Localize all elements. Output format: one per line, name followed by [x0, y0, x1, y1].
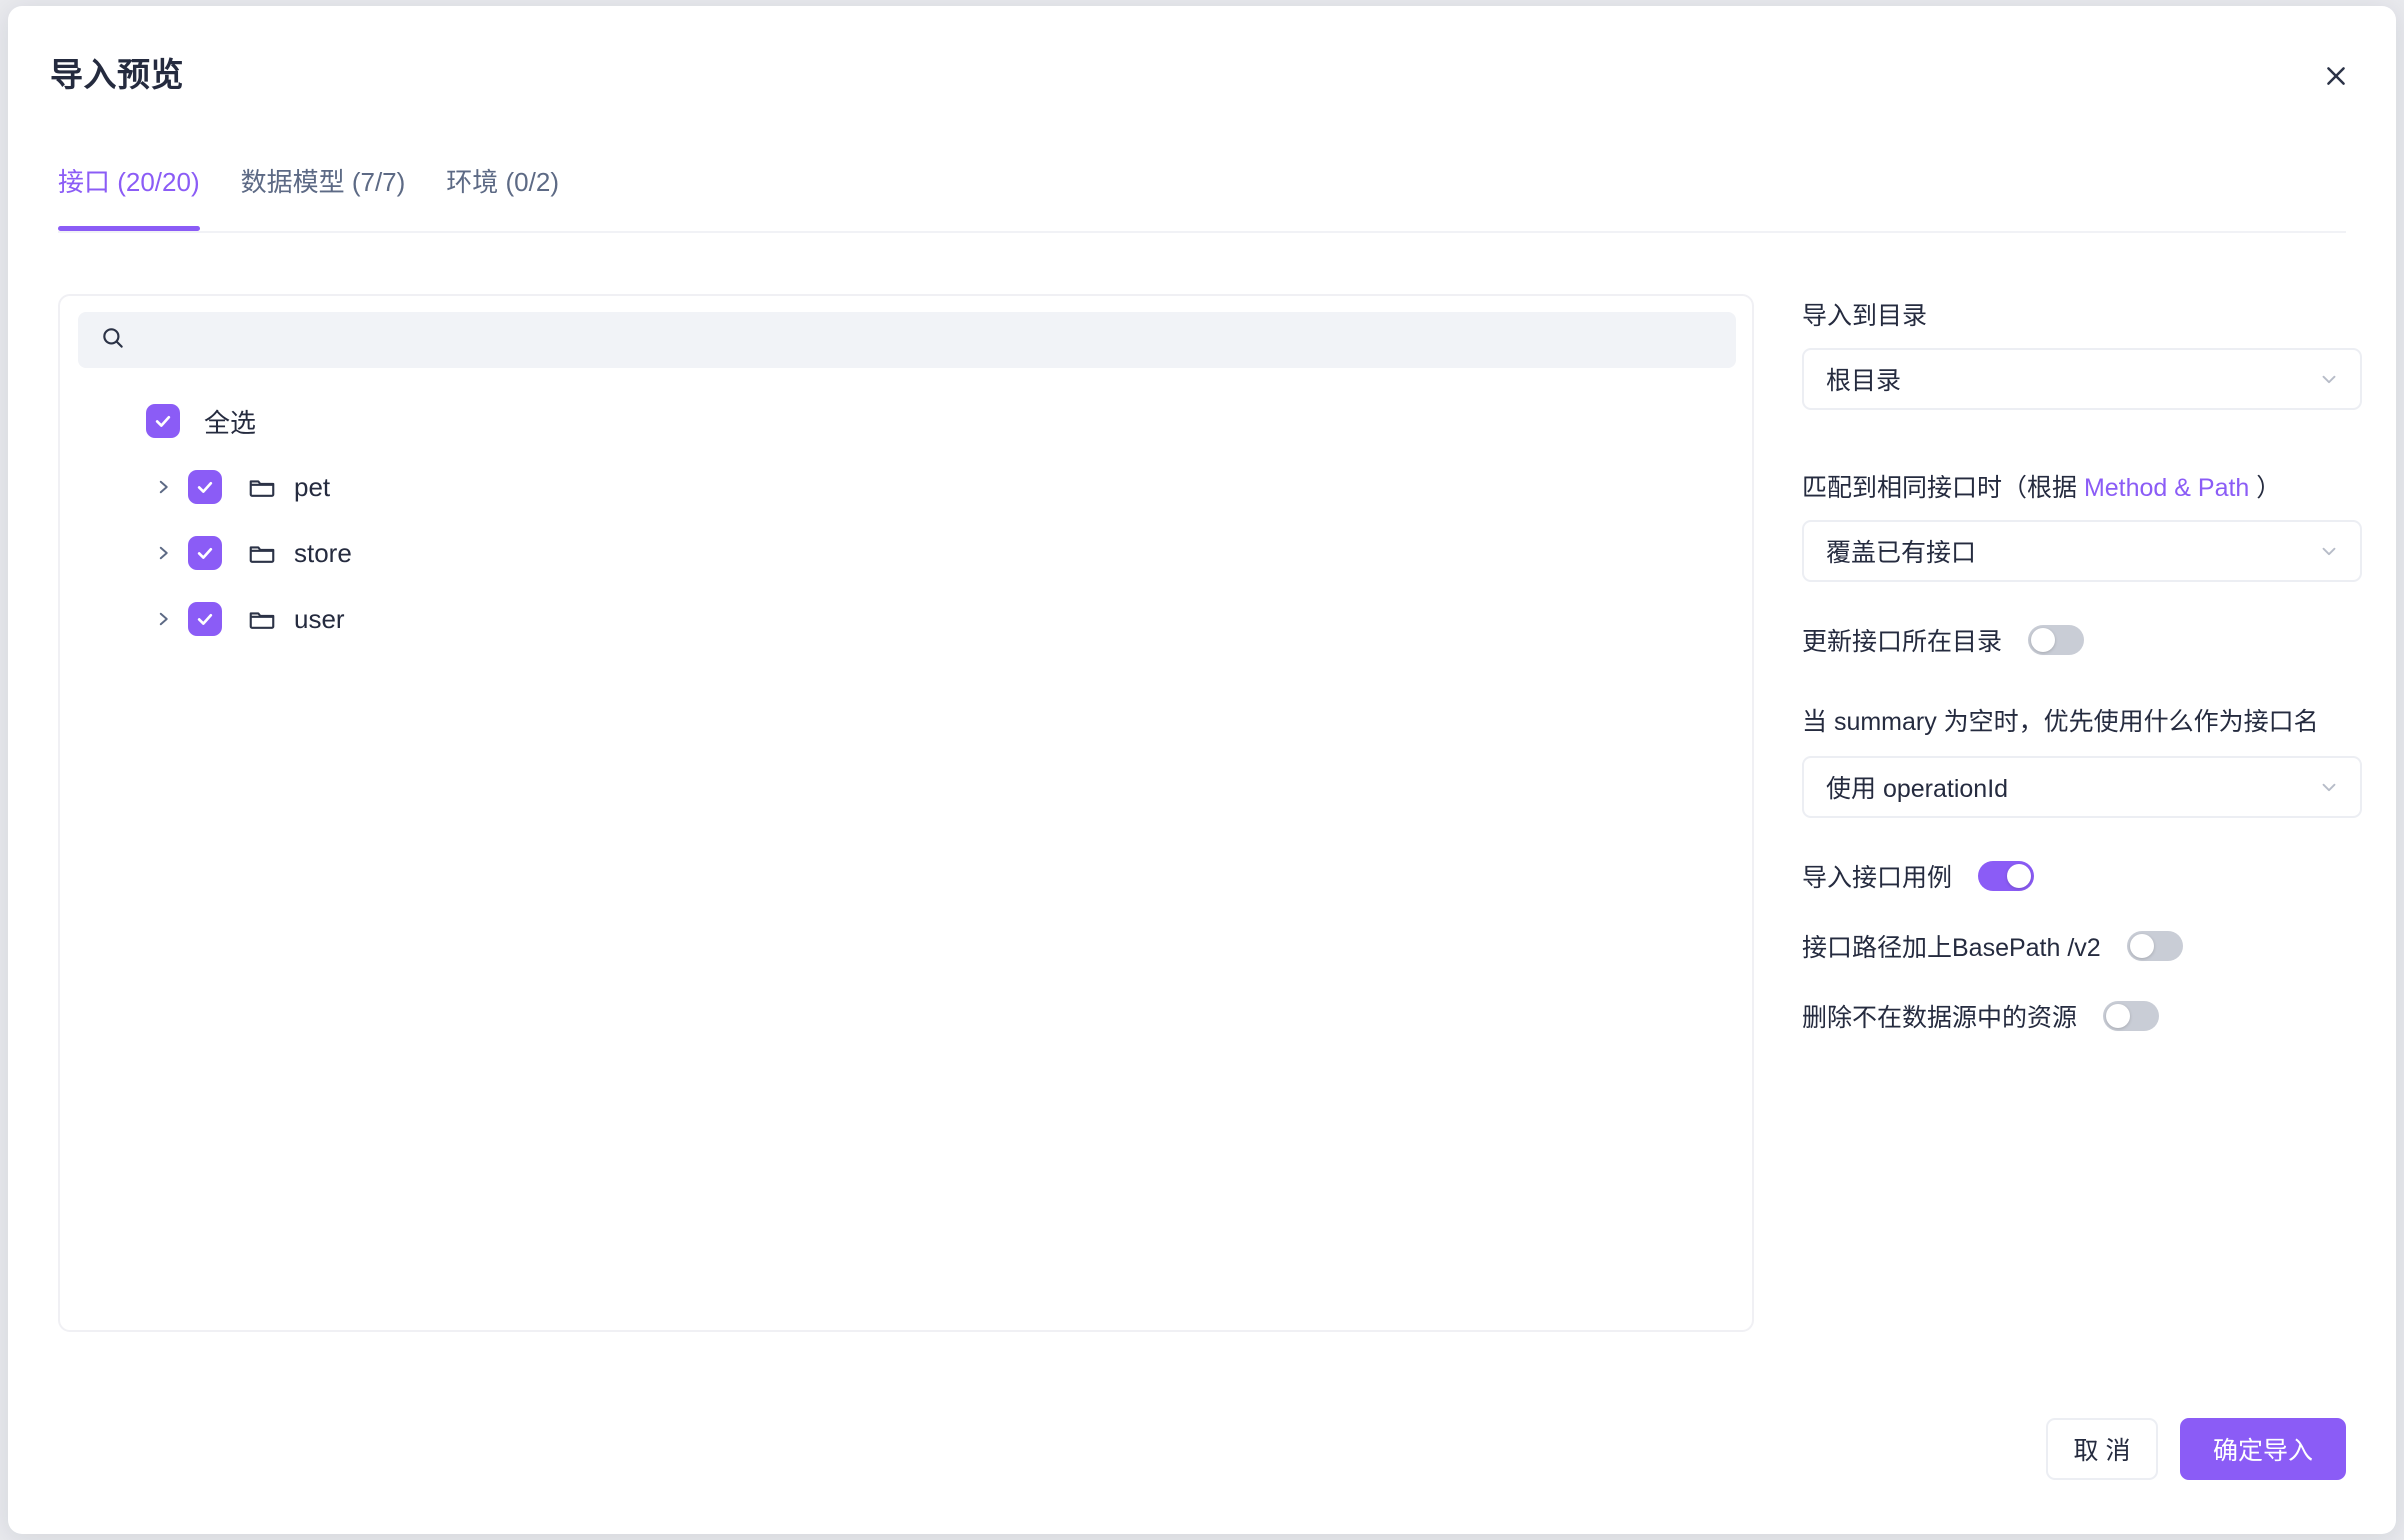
delete-missing-label: 删除不在数据源中的资源	[1802, 998, 2077, 1034]
chevron-right-icon[interactable]	[148, 472, 178, 502]
search-input[interactable]	[142, 325, 1714, 355]
tree-node-label: pet	[294, 472, 330, 503]
import-dir-label: 导入到目录	[1802, 294, 2362, 338]
match-existing-label-prefix: 匹配到相同接口时（根据	[1802, 474, 2084, 502]
chevron-right-icon[interactable]	[148, 604, 178, 634]
chevron-down-icon	[2318, 540, 2340, 562]
checkbox-user[interactable]	[188, 602, 222, 636]
toggle-knob	[2106, 1004, 2130, 1028]
tree-body: 全选	[60, 388, 1752, 652]
delete-missing-row: 删除不在数据源中的资源	[1802, 998, 2362, 1034]
update-dir-row: 更新接口所在目录	[1802, 622, 2362, 658]
update-dir-label: 更新接口所在目录	[1802, 622, 2002, 658]
select-all-label: 全选	[204, 403, 256, 440]
chevron-down-icon	[2318, 776, 2340, 798]
folder-icon	[246, 537, 278, 569]
tree-row-select-all[interactable]: 全选	[60, 388, 1752, 454]
match-existing-label-suffix: ）	[2249, 474, 2281, 502]
tab-environments-label: 环境 (0/2)	[446, 167, 559, 197]
chevron-down-icon	[2318, 368, 2340, 390]
summary-fallback-label: 当 summary 为空时，优先使用什么作为接口名	[1802, 698, 2362, 746]
import-dir-value: 根目录	[1826, 361, 1901, 397]
checkbox-store[interactable]	[188, 536, 222, 570]
tab-environments[interactable]: 环境 (0/2)	[446, 166, 559, 231]
chevron-right-icon[interactable]	[148, 538, 178, 568]
tab-data-models-label: 数据模型 (7/7)	[241, 167, 406, 197]
match-existing-label: 匹配到相同接口时（根据 Method & Path ）	[1802, 466, 2362, 510]
cancel-button[interactable]: 取 消	[2046, 1418, 2158, 1480]
checkbox-pet[interactable]	[188, 470, 222, 504]
close-icon	[2323, 63, 2349, 89]
resource-tree-panel: 全选	[58, 294, 1754, 1332]
screen: 导入预览 接口 (20/20) 数据模型 (7/7)	[0, 0, 2404, 1540]
tab-bar: 接口 (20/20) 数据模型 (7/7) 环境 (0/2)	[8, 166, 2396, 251]
toggle-knob	[2007, 864, 2031, 888]
update-dir-toggle[interactable]	[2028, 625, 2084, 655]
select-all-checkbox[interactable]	[146, 404, 180, 438]
search-box[interactable]	[78, 312, 1736, 368]
summary-fallback-select[interactable]: 使用 operationId	[1802, 756, 2362, 818]
toggle-knob	[2031, 628, 2055, 652]
dialog-footer: 取 消 确定导入	[2046, 1418, 2346, 1480]
dialog-header: 导入预览	[8, 6, 2396, 124]
summary-fallback-value: 使用 operationId	[1826, 769, 2008, 805]
import-cases-row: 导入接口用例	[1802, 858, 2362, 894]
base-path-label: 接口路径加上BasePath /v2	[1802, 928, 2101, 964]
tab-divider	[58, 231, 2346, 233]
tab-interfaces-label: 接口 (20/20)	[58, 167, 200, 197]
close-button[interactable]	[2314, 54, 2358, 98]
tree-node-label: store	[294, 538, 352, 569]
search-icon	[100, 325, 126, 356]
tree-node-label: user	[294, 604, 345, 635]
page-title: 导入预览	[50, 48, 184, 96]
import-settings-panel: 导入到目录 根目录 匹配到相同接口时（根据 Method & Path ） 覆盖…	[1802, 294, 2362, 1034]
base-path-row: 接口路径加上BasePath /v2	[1802, 928, 2362, 964]
tree-row-user[interactable]: user	[60, 586, 1752, 652]
delete-missing-toggle[interactable]	[2103, 1001, 2159, 1031]
import-cases-label: 导入接口用例	[1802, 858, 1952, 894]
import-dir-select[interactable]: 根目录	[1802, 348, 2362, 410]
import-preview-dialog: 导入预览 接口 (20/20) 数据模型 (7/7)	[8, 6, 2396, 1534]
match-existing-label-accent: Method & Path	[2084, 474, 2249, 502]
toggle-knob	[2130, 934, 2154, 958]
folder-icon	[246, 603, 278, 635]
confirm-import-button[interactable]: 确定导入	[2180, 1418, 2346, 1480]
match-existing-value: 覆盖已有接口	[1826, 533, 1976, 569]
folder-icon	[246, 471, 278, 503]
tree-row-pet[interactable]: pet	[60, 454, 1752, 520]
tree-row-store[interactable]: store	[60, 520, 1752, 586]
tab-data-models[interactable]: 数据模型 (7/7)	[241, 166, 406, 231]
tab-interfaces[interactable]: 接口 (20/20)	[58, 166, 200, 231]
import-cases-toggle[interactable]	[1978, 861, 2034, 891]
match-existing-select[interactable]: 覆盖已有接口	[1802, 520, 2362, 582]
base-path-toggle[interactable]	[2127, 931, 2183, 961]
